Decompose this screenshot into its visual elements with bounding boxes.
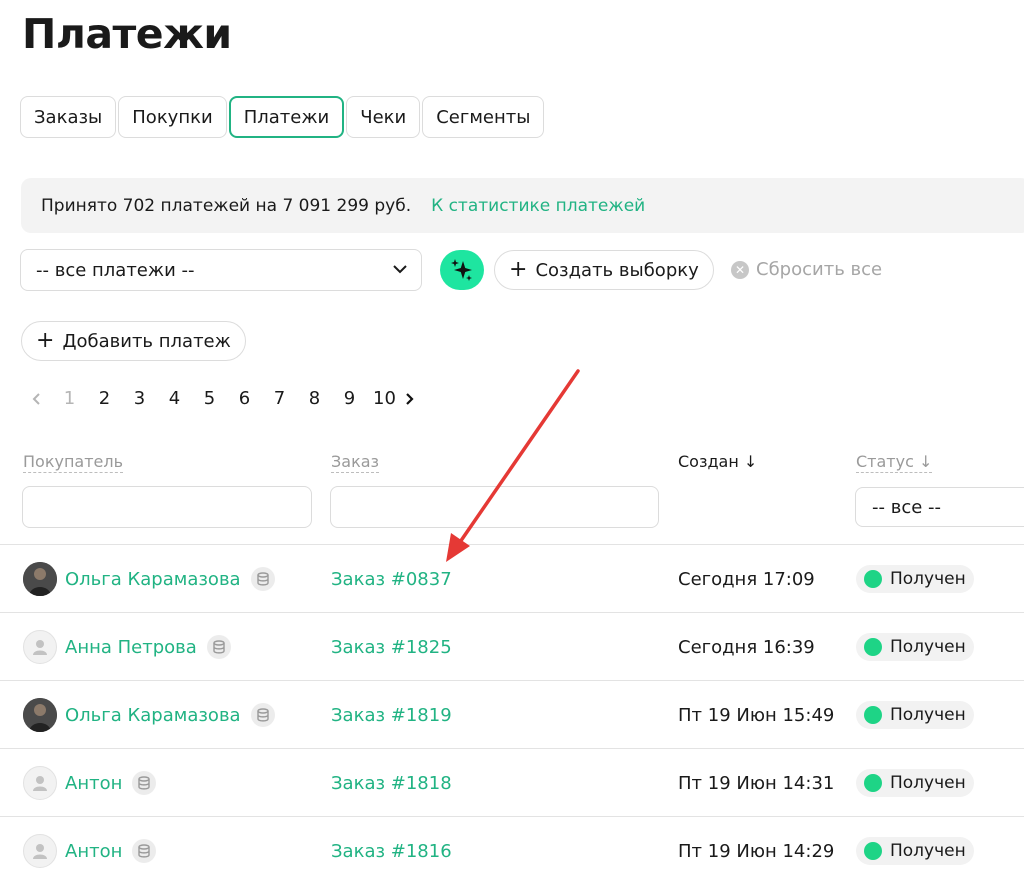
status-label: Получен [890, 773, 966, 793]
status-filter-select[interactable]: -- все -- [855, 487, 1024, 527]
tab-bar: Заказы Покупки Платежи Чеки Сегменты [20, 96, 545, 138]
tab-receipts[interactable]: Чеки [346, 96, 421, 138]
table-row: Антон Заказ #1818 Пт 19 Июн 14:31 Получе… [0, 748, 1024, 816]
order-link[interactable]: Заказ #0837 [331, 569, 452, 590]
page-3[interactable]: 3 [122, 388, 157, 409]
page-7[interactable]: 7 [262, 388, 297, 409]
status-badge: Получен [856, 769, 974, 797]
created-date: Пт 19 Июн 15:49 [678, 704, 835, 726]
payment-type-value: -- все платежи -- [36, 259, 195, 281]
add-payment-button[interactable]: + Добавить платеж [21, 321, 246, 361]
buyer-link[interactable]: Антон [65, 841, 122, 862]
status-badge: Получен [856, 701, 974, 729]
ai-sparkle-button[interactable] [440, 250, 484, 290]
payment-type-select[interactable]: -- все платежи -- [20, 249, 422, 291]
user-icon [23, 834, 57, 868]
chevron-down-icon [393, 265, 407, 274]
status-dot-icon [864, 638, 882, 656]
plus-icon: + [36, 328, 55, 353]
order-link[interactable]: Заказ #1816 [331, 841, 452, 862]
create-selection-label: Создать выборку [535, 259, 699, 281]
order-filter-input[interactable] [330, 486, 659, 528]
status-label: Получен [890, 569, 966, 589]
chevron-left-icon[interactable] [30, 392, 46, 406]
status-badge: Получен [856, 837, 974, 865]
page-8[interactable]: 8 [297, 388, 332, 409]
tab-orders[interactable]: Заказы [20, 96, 117, 138]
created-date: Сегодня 16:39 [678, 636, 815, 658]
buyer-link[interactable]: Ольга Карамазова [65, 569, 241, 590]
page-4[interactable]: 4 [157, 388, 192, 409]
status-badge: Получен [856, 565, 974, 593]
status-dot-icon [864, 842, 882, 860]
table-row: Антон Заказ #1816 Пт 19 Июн 14:29 Получе… [0, 816, 1024, 877]
reset-all-button[interactable]: ✕ Сбросить все [731, 259, 882, 280]
buyer-filter-input[interactable] [22, 486, 312, 528]
avatar [23, 562, 57, 596]
add-payment-label: Добавить платеж [62, 330, 231, 352]
page-10[interactable]: 10 [367, 388, 402, 409]
status-label: Получен [890, 637, 966, 657]
payments-summary: Принято 702 платежей на 7 091 299 руб. К… [21, 178, 1024, 233]
buyer-link[interactable]: Ольга Карамазова [65, 705, 241, 726]
payment-stats-link[interactable]: К статистике платежей [431, 196, 645, 216]
status-label: Получен [890, 841, 966, 861]
plus-icon: + [509, 257, 528, 282]
sparkle-icon [451, 259, 472, 281]
database-icon [206, 635, 231, 659]
avatar [23, 698, 57, 732]
pagination: 1 2 3 4 5 6 7 8 9 10 [30, 388, 418, 409]
created-date: Сегодня 17:09 [678, 568, 815, 590]
page-5[interactable]: 5 [192, 388, 227, 409]
chevron-right-icon[interactable] [402, 392, 418, 406]
created-date: Пт 19 Июн 14:31 [678, 772, 835, 794]
status-badge: Получен [856, 633, 974, 661]
tab-segments[interactable]: Сегменты [422, 96, 545, 138]
tab-payments[interactable]: Платежи [228, 96, 345, 138]
status-dot-icon [864, 570, 882, 588]
status-dot-icon [864, 774, 882, 792]
table-row: Ольга Карамазова Заказ #0837 Сегодня 17:… [0, 544, 1024, 612]
column-header-status[interactable]: Статус ↓ [856, 452, 933, 473]
page-1[interactable]: 1 [52, 388, 87, 409]
tab-purchases[interactable]: Покупки [118, 96, 227, 138]
column-header-order[interactable]: Заказ [331, 452, 380, 473]
page-2[interactable]: 2 [87, 388, 122, 409]
status-dot-icon [864, 706, 882, 724]
created-date: Пт 19 Июн 14:29 [678, 840, 835, 862]
database-icon [132, 771, 157, 795]
summary-text: Принято 702 платежей на 7 091 299 руб. [41, 195, 412, 216]
buyer-link[interactable]: Антон [65, 773, 122, 794]
reset-all-label: Сбросить все [756, 259, 883, 280]
table-row: Анна Петрова Заказ #1825 Сегодня 16:39 П… [0, 612, 1024, 680]
column-header-created[interactable]: Создан ↓ [678, 452, 757, 471]
page-9[interactable]: 9 [332, 388, 367, 409]
database-icon [132, 839, 157, 863]
user-icon [23, 630, 57, 664]
database-icon [250, 703, 275, 727]
close-icon: ✕ [731, 260, 749, 279]
buyer-link[interactable]: Анна Петрова [65, 637, 197, 658]
page-title: Платежи [22, 10, 232, 58]
order-link[interactable]: Заказ #1819 [331, 705, 452, 726]
status-filter-value: -- все -- [872, 496, 942, 518]
column-header-buyer[interactable]: Покупатель [23, 452, 124, 473]
database-icon [250, 567, 275, 591]
status-label: Получен [890, 705, 966, 725]
order-link[interactable]: Заказ #1825 [331, 637, 452, 658]
page-6[interactable]: 6 [227, 388, 262, 409]
table-row: Ольга Карамазова Заказ #1819 Пт 19 Июн 1… [0, 680, 1024, 748]
user-icon [23, 766, 57, 800]
order-link[interactable]: Заказ #1818 [331, 773, 452, 794]
create-selection-button[interactable]: + Создать выборку [494, 250, 714, 290]
